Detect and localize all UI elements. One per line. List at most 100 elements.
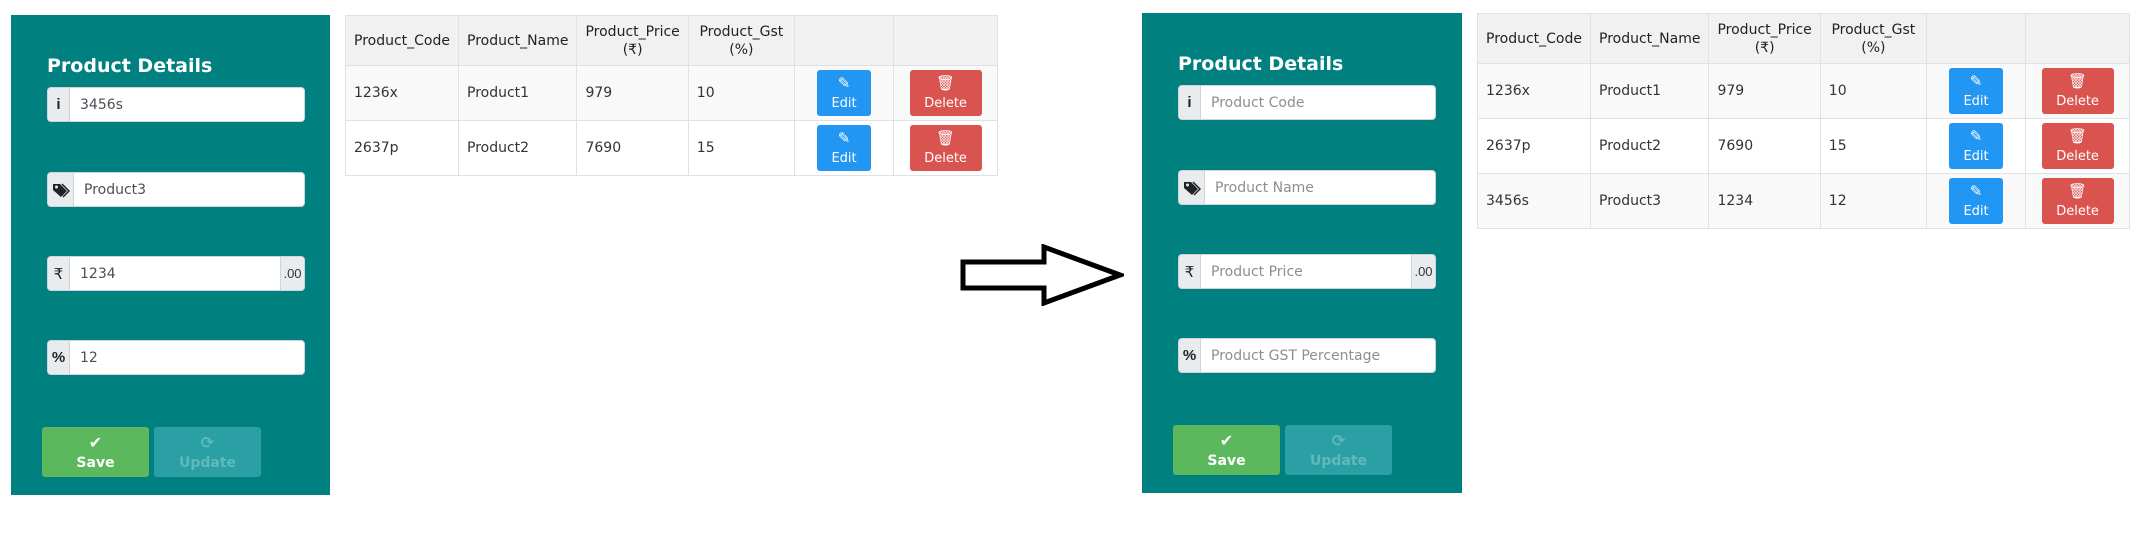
product-form-panel-after: Product Details i Product Code Product N… — [1142, 13, 1462, 493]
delete-button[interactable]: 🗑 Delete — [2041, 68, 2114, 114]
delete-label: Delete — [2056, 93, 2099, 109]
edit-label: Edit — [1963, 203, 1989, 219]
trash-icon: 🗑 — [936, 128, 956, 147]
right-arrow-icon — [960, 244, 1124, 306]
product-code-input[interactable]: Product Code — [1200, 85, 1436, 120]
cell-code: 3456s — [1477, 173, 1591, 229]
table-row: 3456s Product3 1234 12 ✎ Edit 🗑 Delete — [1477, 173, 2130, 229]
cell-edit: ✎ Edit — [793, 65, 895, 121]
product-price-input[interactable]: 1234 — [69, 256, 281, 291]
col-product-price: Product_Price (₹) — [1708, 13, 1821, 64]
edit-button[interactable]: ✎ Edit — [817, 125, 872, 171]
cell-code: 2637p — [345, 120, 459, 176]
cell-gst: 10 — [1819, 63, 1927, 119]
cell-delete: 🗑 Delete — [2025, 173, 2130, 229]
edit-button[interactable]: ✎ Edit — [1949, 178, 2004, 224]
check-icon: ✔ — [1219, 430, 1234, 450]
product-code-input[interactable]: 3456s — [69, 87, 305, 122]
col-edit — [793, 15, 895, 66]
cell-price: 7690 — [576, 120, 689, 176]
cell-edit: ✎ Edit — [793, 120, 895, 176]
product-price-field: ₹ 1234 .00 — [47, 256, 305, 291]
col-product-name: Product_Name — [1589, 13, 1710, 64]
edit-icon: ✎ — [837, 73, 851, 92]
edit-icon: ✎ — [1969, 181, 1983, 200]
product-name-input[interactable]: Product Name — [1204, 170, 1436, 205]
edit-button[interactable]: ✎ Edit — [817, 70, 872, 116]
table-row: 1236x Product1 979 10 ✎ Edit 🗑 Delete — [345, 65, 998, 121]
cell-gst: 15 — [1819, 118, 1927, 174]
product-table-after: Product_Code Product_Name Product_Price … — [1477, 13, 2130, 229]
trash-icon: 🗑 — [936, 73, 956, 92]
update-button[interactable]: ⟳ Update — [1285, 425, 1392, 475]
edit-button[interactable]: ✎ Edit — [1949, 123, 2004, 169]
table-header-row: Product_Code Product_Name Product_Price … — [345, 15, 998, 66]
info-icon: i — [1178, 85, 1200, 120]
delete-label: Delete — [2056, 203, 2099, 219]
col-product-gst: Product_Gst (%) — [687, 15, 795, 66]
edit-icon: ✎ — [1969, 71, 1983, 90]
col-product-gst: Product_Gst (%) — [1819, 13, 1927, 64]
cell-delete: 🗑 Delete — [893, 120, 998, 176]
col-product-code: Product_Code — [345, 15, 459, 66]
cell-price: 7690 — [1708, 118, 1821, 174]
product-form-panel-before: Product Details i 3456s Product3 ₹ 1234 … — [11, 15, 330, 495]
cell-edit: ✎ Edit — [1925, 63, 2027, 119]
delete-label: Delete — [924, 150, 967, 166]
update-label: Update — [178, 454, 237, 471]
cell-gst: 15 — [687, 120, 795, 176]
update-label: Update — [1309, 452, 1368, 469]
price-decimal-suffix: .00 — [281, 256, 305, 291]
product-price-input[interactable]: Product Price — [1200, 254, 1412, 289]
delete-button[interactable]: 🗑 Delete — [2041, 123, 2114, 169]
tags-icon — [1178, 170, 1204, 205]
table-row: 2637p Product2 7690 15 ✎ Edit 🗑 Delete — [345, 120, 998, 176]
trash-icon: 🗑 — [2068, 71, 2088, 90]
col-delete — [2025, 13, 2130, 64]
product-name-input[interactable]: Product3 — [73, 172, 305, 207]
edit-icon: ✎ — [837, 128, 851, 147]
table-row: 2637p Product2 7690 15 ✎ Edit 🗑 Delete — [1477, 118, 2130, 174]
product-name-field: Product Name — [1178, 170, 1436, 205]
product-name-field: Product3 — [47, 172, 305, 207]
save-button[interactable]: ✔ Save — [42, 427, 149, 477]
delete-label: Delete — [2056, 148, 2099, 164]
cell-edit: ✎ Edit — [1925, 173, 2027, 229]
delete-button[interactable]: 🗑 Delete — [909, 125, 982, 171]
cell-gst: 10 — [687, 65, 795, 121]
product-gst-field: % Product GST Percentage — [1178, 338, 1436, 373]
product-code-field: i Product Code — [1178, 85, 1436, 120]
refresh-icon: ⟳ — [1331, 430, 1346, 450]
price-decimal-suffix: .00 — [1412, 254, 1436, 289]
delete-button[interactable]: 🗑 Delete — [2041, 178, 2114, 224]
tags-icon — [47, 172, 73, 207]
product-gst-input[interactable]: 12 — [69, 340, 305, 375]
form-title: Product Details — [47, 55, 213, 77]
cell-code: 1236x — [345, 65, 459, 121]
product-gst-input[interactable]: Product GST Percentage — [1200, 338, 1436, 373]
cell-delete: 🗑 Delete — [2025, 63, 2130, 119]
cell-name: Product1 — [457, 65, 578, 121]
cell-price: 979 — [576, 65, 689, 121]
cell-code: 2637p — [1477, 118, 1591, 174]
col-product-price: Product_Price (₹) — [576, 15, 689, 66]
save-button[interactable]: ✔ Save — [1173, 425, 1280, 475]
edit-label: Edit — [1963, 93, 1989, 109]
col-product-code: Product_Code — [1477, 13, 1591, 64]
save-label: Save — [1207, 452, 1246, 469]
cell-name: Product3 — [1589, 173, 1710, 229]
product-gst-field: % 12 — [47, 340, 305, 375]
cell-delete: 🗑 Delete — [893, 65, 998, 121]
save-label: Save — [76, 454, 115, 471]
update-button[interactable]: ⟳ Update — [154, 427, 261, 477]
edit-button[interactable]: ✎ Edit — [1949, 68, 2004, 114]
delete-button[interactable]: 🗑 Delete — [909, 70, 982, 116]
col-product-name: Product_Name — [457, 15, 578, 66]
product-price-field: ₹ Product Price .00 — [1178, 254, 1436, 289]
percent-icon: % — [1178, 338, 1200, 373]
cell-edit: ✎ Edit — [1925, 118, 2027, 174]
trash-icon: 🗑 — [2068, 126, 2088, 145]
edit-label: Edit — [1963, 148, 1989, 164]
cell-name: Product1 — [1589, 63, 1710, 119]
edit-label: Edit — [831, 95, 857, 111]
